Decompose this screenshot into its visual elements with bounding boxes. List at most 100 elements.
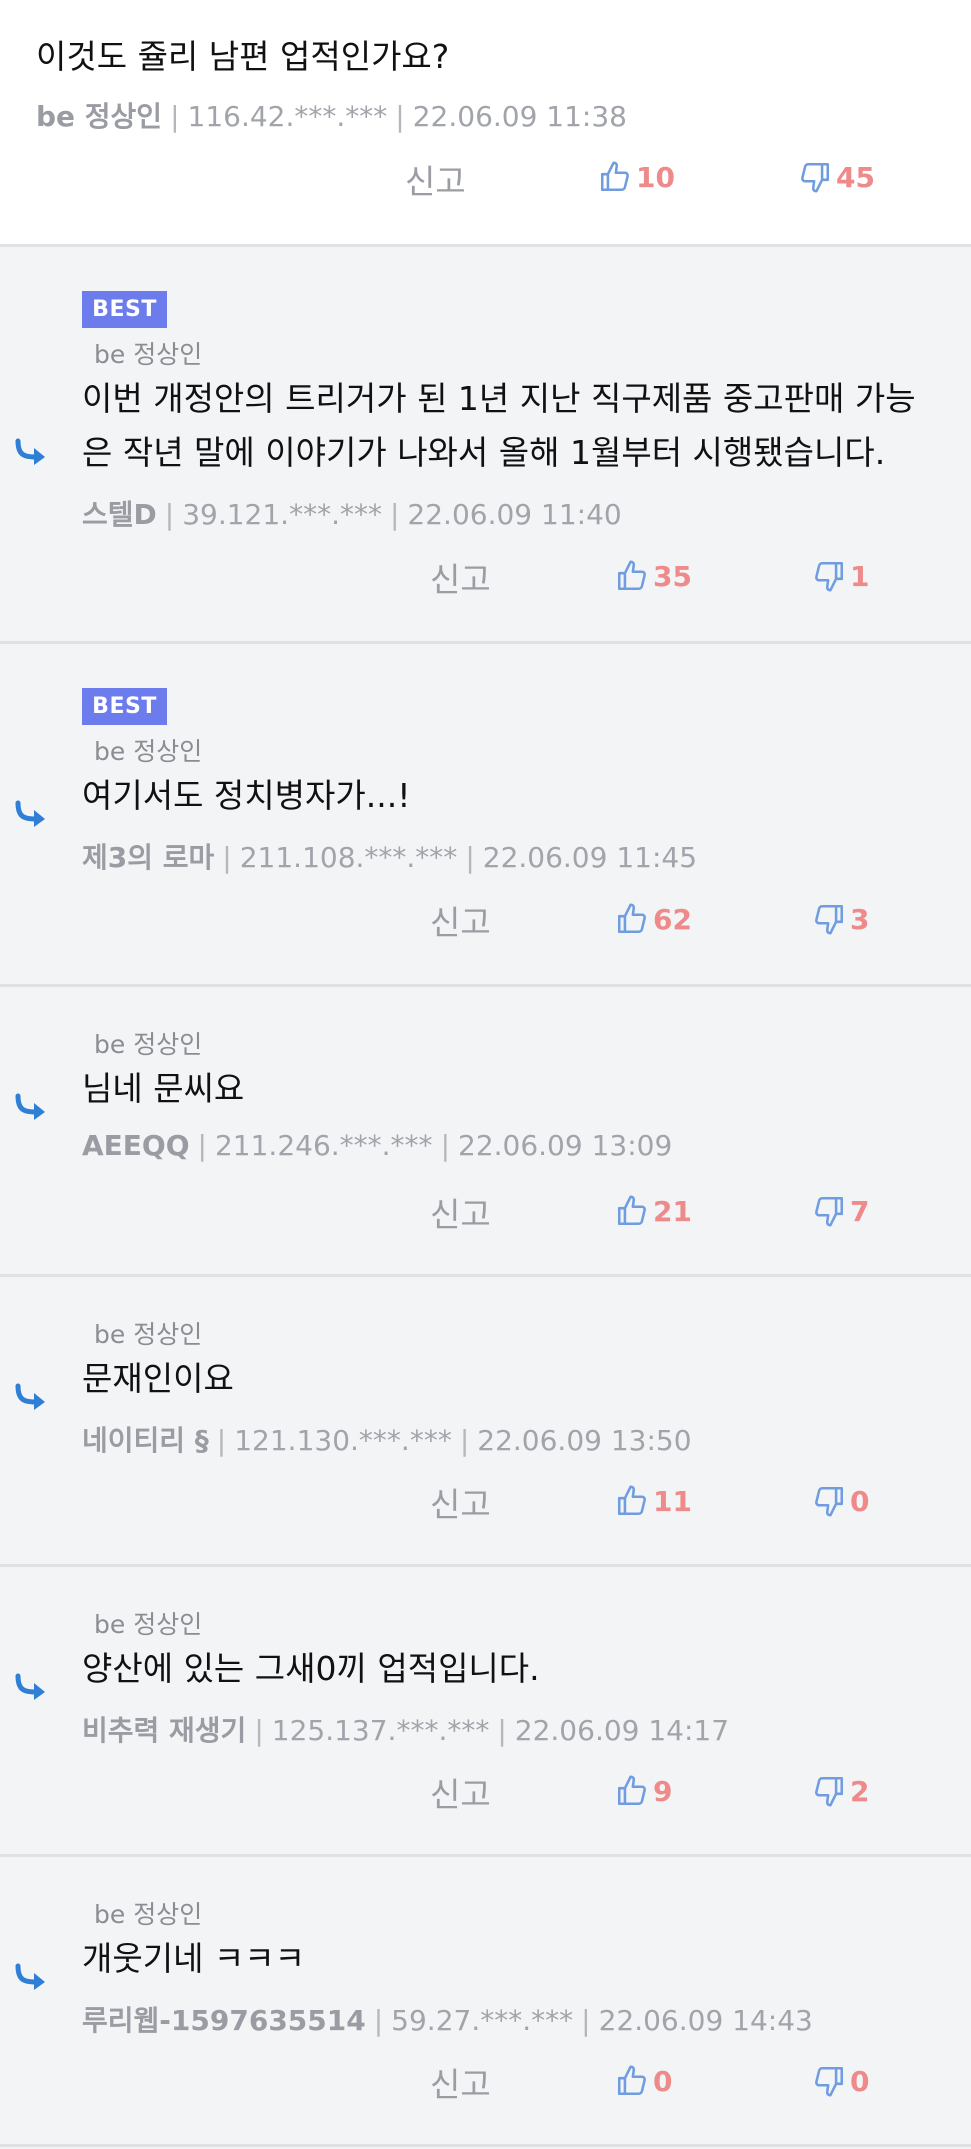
reply-comment: be 정상인 님네 문씨요 AEEQQ | 211.246.***.*** | 22.06.… [0, 987, 971, 1277]
thumbs-down-icon [801, 162, 830, 193]
meta-separator: | [164, 498, 175, 531]
comment-meta: 비추력 재생기 | 125.137.***.*** | 22.06.09 14:17 [82, 1709, 729, 1749]
thumbs-up-icon [617, 1195, 646, 1226]
comment-author[interactable]: 네이티리 § [82, 1424, 209, 1457]
dislike-count: 3 [850, 902, 870, 936]
dislike-button[interactable]: 2 [812, 1774, 869, 1808]
reply-arrow-icon [14, 1672, 48, 1702]
reply-comment: be 정상인 양산에 있는 그새0끼 업적입니다. 비추력 재생기 | 125.137.… [0, 1567, 971, 1857]
dislike-count: 0 [850, 2064, 870, 2098]
thumbs-up-icon [600, 161, 629, 192]
best-badge: BEST [82, 688, 167, 725]
meta-separator: | [459, 1424, 470, 1457]
comment-author[interactable]: 제3의 로마 [82, 841, 214, 874]
comment-text: 양산에 있는 그새0끼 업적입니다. [82, 1642, 540, 1696]
comment-author[interactable]: AEEQQ [82, 1129, 190, 1162]
comment-meta: be 정상인 | 116.42.***.*** | 22.06.09 11:38 [36, 95, 627, 135]
thumbs-down-icon [815, 904, 844, 935]
reply-to: be 정상인 [94, 1320, 203, 1349]
thumbs-down-icon [815, 1196, 844, 1227]
comment-text-line: 여기서도 정치병자가...! [82, 776, 411, 815]
comment-text-line: 양산에 있는 그새0끼 업적입니다. [82, 1649, 540, 1688]
report-button[interactable]: 신고 [430, 1188, 491, 1236]
thumbs-up-icon [617, 903, 646, 934]
meta-separator: | [216, 1424, 227, 1457]
dislike-button[interactable]: 45 [798, 160, 875, 194]
comment-meta: 네이티리 § | 121.130.***.*** | 22.06.09 13:50 [82, 1419, 692, 1459]
comment-ip: 211.246.***.*** [214, 1129, 433, 1162]
report-button[interactable]: 신고 [430, 553, 491, 601]
reply-arrow-icon [14, 437, 48, 467]
thumbs-down-icon [815, 2066, 844, 2097]
meta-separator: | [465, 841, 475, 874]
reply-comment: BEST be 정상인이번 개정안의 트리거가 된 1년 지난 직구제품 중고판매… [0, 247, 971, 644]
reply-comment: be 정상인 개웃기네 ㅋㅋㅋ 루리웹-1597635514 | 59.27.***.*… [0, 1857, 971, 2147]
like-count: 62 [653, 902, 692, 936]
dislike-count: 1 [850, 559, 870, 593]
comment-ip: 211.108.***.*** [239, 841, 458, 874]
report-button[interactable]: 신고 [405, 155, 466, 203]
like-button[interactable]: 10 [598, 160, 675, 194]
like-button[interactable]: 9 [615, 1774, 672, 1808]
meta-separator: | [395, 100, 405, 133]
comment-author[interactable]: be 정상인 [36, 100, 162, 133]
report-button[interactable]: 신고 [430, 896, 491, 944]
comment-ip: 121.130.***.*** [234, 1424, 452, 1457]
like-button[interactable]: 21 [615, 1194, 692, 1228]
thumbs-up-icon [617, 2065, 646, 2096]
meta-separator: | [170, 100, 180, 133]
comment-text: 여기서도 정치병자가...! [82, 769, 410, 823]
comment-text-line: 개웃기네 ㅋㅋㅋ [82, 1939, 306, 1978]
like-button[interactable]: 62 [615, 902, 692, 936]
comment-text: 이번 개정안의 트리거가 된 1년 지난 직구제품 중고판매 가능 은 작년 말에… [82, 372, 916, 480]
like-count: 10 [636, 160, 675, 194]
reply-arrow-icon [14, 799, 48, 829]
dislike-button[interactable]: 1 [812, 559, 869, 593]
comment-text: 문재인이요 [82, 1352, 234, 1406]
like-button[interactable]: 11 [615, 1484, 692, 1518]
like-button[interactable]: 0 [615, 2064, 672, 2098]
comment-date: 22.06.09 11:40 [407, 498, 622, 531]
dislike-count: 7 [850, 1194, 870, 1228]
comment-text: 이것도 쥴리 남편 업적인가요? [36, 37, 450, 76]
reply-to: be 정상인 [94, 340, 203, 369]
reply-arrow-icon [14, 1092, 48, 1122]
comment-meta: 스텔D | 39.121.***.*** | 22.06.09 11:40 [82, 493, 622, 533]
meta-separator: | [197, 1129, 207, 1162]
thumbs-up-icon [617, 1775, 646, 1806]
thumbs-up-icon [617, 1485, 646, 1516]
dislike-count: 2 [850, 1774, 870, 1808]
reply-to: be 정상인 [94, 737, 203, 766]
report-button[interactable]: 신고 [430, 1478, 491, 1526]
comment-text: 개웃기네 ㅋㅋㅋ [82, 1932, 305, 1986]
reply-to: be 정상인 [94, 1900, 203, 1929]
comment-author[interactable]: 비추력 재생기 [82, 1714, 246, 1747]
thumbs-up-icon [617, 560, 646, 591]
dislike-button[interactable]: 0 [812, 2064, 869, 2098]
comment-text-line: 님네 문씨요 [82, 1069, 245, 1108]
comment-text-line: 이번 개정안의 트리거가 된 1년 지난 직구제품 중고판매 가능 [82, 379, 916, 418]
comment-author[interactable]: 스텔D [82, 498, 157, 531]
like-count: 9 [653, 1774, 673, 1808]
best-badge: BEST [82, 291, 167, 328]
meta-separator: | [254, 1714, 264, 1747]
reply-arrow-icon [14, 1962, 48, 1992]
like-button[interactable]: 35 [615, 559, 692, 593]
comment-text-line: 문재인이요 [82, 1359, 234, 1398]
report-button[interactable]: 신고 [430, 2058, 491, 2106]
meta-separator: | [440, 1129, 450, 1162]
dislike-count: 45 [836, 160, 875, 194]
dislike-button[interactable]: 0 [812, 1484, 869, 1518]
dislike-button[interactable]: 3 [812, 902, 869, 936]
comment-meta: AEEQQ | 211.246.***.*** | 22.06.09 13:09 [82, 1129, 672, 1162]
comment-author[interactable]: 루리웹-1597635514 [82, 2004, 366, 2037]
reply-list: BEST be 정상인 이번 개정안의 트리거가 된 1년 지난 직구제품 중고판매… [0, 247, 971, 2147]
dislike-count: 0 [850, 1484, 870, 1518]
comment-date: 22.06.09 14:43 [598, 2004, 813, 2037]
report-button[interactable]: 신고 [430, 1768, 491, 1816]
comment-meta: 제3의 로마 | 211.108.***.*** | 22.06.09 11:45 [82, 836, 697, 876]
comment-ip: 116.42.***.*** [187, 100, 388, 133]
thumbs-down-icon [815, 561, 844, 592]
dislike-button[interactable]: 7 [812, 1194, 869, 1228]
reply-comment: BEST be 정상인여기서도 정치병자가...! 제3의 로마 | 211.108.*… [0, 644, 971, 987]
